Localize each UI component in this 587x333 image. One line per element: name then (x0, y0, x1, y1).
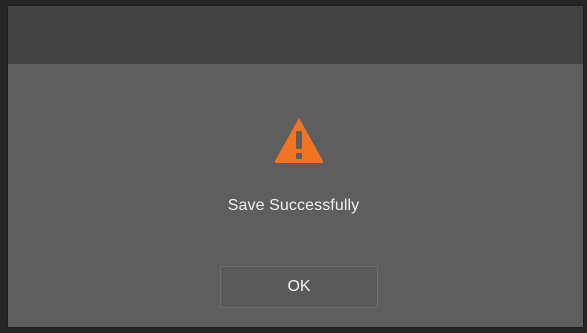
warning-triangle-icon (274, 118, 324, 163)
ok-button[interactable]: OK (220, 266, 378, 308)
dialog-message: Save Successfully (227, 197, 360, 214)
dialog-title-bar[interactable] (8, 6, 583, 64)
